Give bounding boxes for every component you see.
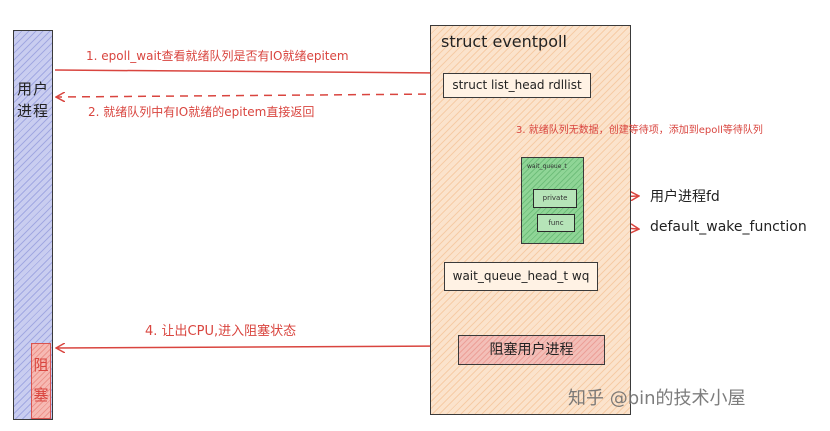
func-target-label: default_wake_function xyxy=(650,219,807,235)
wait-queue-head-field: wait_queue_head_t wq xyxy=(444,262,598,291)
step4-label: 4. 让出CPU,进入阻塞状态 xyxy=(145,324,297,339)
step2-label: 2. 就绪队列中有IO就绪的epitem直接返回 xyxy=(88,105,315,119)
blocked-process-box: 阻塞用户进程 xyxy=(458,335,605,365)
diagram: 用户进程 阻塞 struct eventpoll struct list_hea… xyxy=(0,0,830,431)
rdllist-field: struct list_head rdllist xyxy=(443,73,591,98)
func-field: func xyxy=(537,214,575,232)
blocked-marker: 阻塞 xyxy=(31,343,51,419)
step1-label: 1. epoll_wait查看就绪队列是否有IO就绪epitem xyxy=(86,49,349,63)
eventpoll-title: struct eventpoll xyxy=(441,32,567,51)
step3-label: 3. 就绪队列无数据，创建等待项，添加到epoll等待队列 xyxy=(516,125,763,136)
private-field: private xyxy=(533,189,577,208)
private-target-label: 用户进程fd xyxy=(650,189,720,205)
arrow-layer xyxy=(0,0,830,431)
step4-arrow xyxy=(57,346,449,348)
step1-arrow xyxy=(54,70,440,73)
wait-queue-item-label: wait_queue_t xyxy=(527,163,567,170)
user-process-label: 用户进程 xyxy=(16,80,49,120)
step2-arrow xyxy=(57,94,441,97)
watermark: 知乎 @bin的技术小屋 xyxy=(568,388,746,409)
